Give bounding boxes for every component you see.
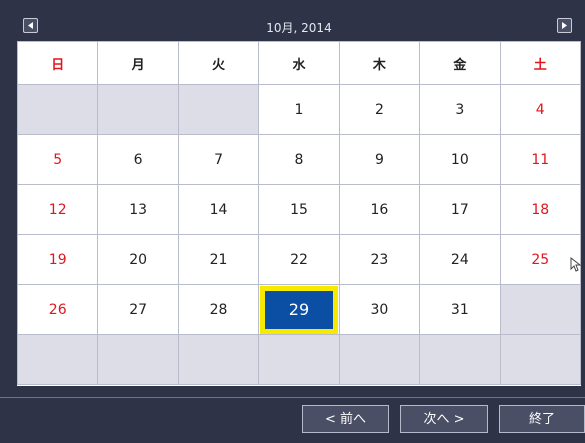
calendar-week-row: 26 27 28 29 30 31: [16, 284, 582, 335]
day-cell[interactable]: 5: [16, 134, 99, 185]
day-cell[interactable]: 24: [419, 234, 501, 285]
calendar-grid: 日月火水木金土 1 2 3 4 5 6 7 8 9 10 11 12 13 14 15 16 17 18 19 20 2…: [16, 41, 582, 386]
weekday-header: 月: [97, 41, 179, 85]
footer-divider: [0, 397, 585, 398]
next-button[interactable]: 次へ >: [400, 405, 488, 433]
day-cell[interactable]: 7: [177, 134, 260, 185]
day-cell[interactable]: 2: [338, 84, 421, 135]
exit-button[interactable]: 終了: [499, 405, 585, 433]
empty-day-cell: [177, 334, 260, 385]
day-cell[interactable]: 12: [16, 184, 99, 235]
empty-day-cell: [338, 334, 421, 385]
day-cell[interactable]: 11: [499, 134, 582, 185]
day-cell[interactable]: 18: [499, 184, 582, 235]
day-cell[interactable]: 19: [16, 234, 99, 285]
day-cell[interactable]: 30: [338, 284, 421, 335]
weekday-header: 日: [16, 41, 99, 85]
day-cell[interactable]: 28: [177, 284, 260, 335]
empty-day-cell: [499, 334, 582, 385]
day-cell[interactable]: 4: [499, 84, 582, 135]
day-cell[interactable]: 14: [177, 184, 260, 235]
day-cell[interactable]: 17: [419, 184, 501, 235]
day-cell[interactable]: 27: [97, 284, 179, 335]
calendar-week-row: 19 20 21 22 23 24 25: [16, 234, 582, 285]
weekday-header-row: 日月火水木金土: [16, 41, 582, 85]
day-cell-selected[interactable]: 29: [258, 284, 340, 335]
empty-day-cell: [499, 284, 582, 335]
day-cell[interactable]: 25: [499, 234, 582, 285]
day-cell[interactable]: 23: [338, 234, 421, 285]
empty-day-cell: [97, 334, 179, 385]
day-cell[interactable]: 10: [419, 134, 501, 185]
empty-day-cell: [16, 334, 99, 385]
day-cell[interactable]: 6: [97, 134, 179, 185]
empty-day-cell: [16, 84, 99, 135]
day-cell[interactable]: 22: [258, 234, 340, 285]
day-cell[interactable]: 31: [419, 284, 501, 335]
day-cell[interactable]: 1: [258, 84, 340, 135]
empty-day-cell: [97, 84, 179, 135]
empty-day-cell: [258, 334, 340, 385]
empty-day-cell: [419, 334, 501, 385]
selected-day-label: 29: [259, 285, 338, 334]
day-cell[interactable]: 21: [177, 234, 260, 285]
calendar-week-row: [16, 334, 582, 385]
day-cell[interactable]: 15: [258, 184, 340, 235]
day-cell[interactable]: 3: [419, 84, 501, 135]
weekday-header: 木: [338, 41, 421, 85]
day-cell[interactable]: 20: [97, 234, 179, 285]
weekday-header: 金: [419, 41, 501, 85]
mouse-pointer-icon: [570, 256, 582, 277]
weekday-header: 火: [177, 41, 260, 85]
month-year-title: 10月, 2014: [266, 21, 332, 35]
weekday-header: 水: [258, 41, 340, 85]
day-cell[interactable]: 16: [338, 184, 421, 235]
calendar-week-row: 1234: [16, 84, 582, 135]
weekday-header: 土: [499, 41, 582, 85]
prev-button[interactable]: < 前へ: [302, 405, 389, 433]
calendar-week-row: 12 13 14 15 16 17 18: [16, 184, 582, 235]
calendar-header: 10月, 2014: [17, 13, 581, 39]
triangle-right-icon: [562, 22, 567, 29]
day-cell[interactable]: 9: [338, 134, 421, 185]
day-cell[interactable]: 8: [258, 134, 340, 185]
day-cell[interactable]: 13: [97, 184, 179, 235]
day-cell[interactable]: 26: [16, 284, 99, 335]
calendar-body: 1 2 3 4 5 6 7 8 9 10 11 12 13 14 15 16 17 18 19 20 21 22 23 24 2…: [16, 84, 582, 385]
calendar-week-row: 5 6 7 8 9 10 11: [16, 134, 582, 185]
empty-day-cell: [177, 84, 260, 135]
next-month-button[interactable]: [557, 18, 572, 33]
